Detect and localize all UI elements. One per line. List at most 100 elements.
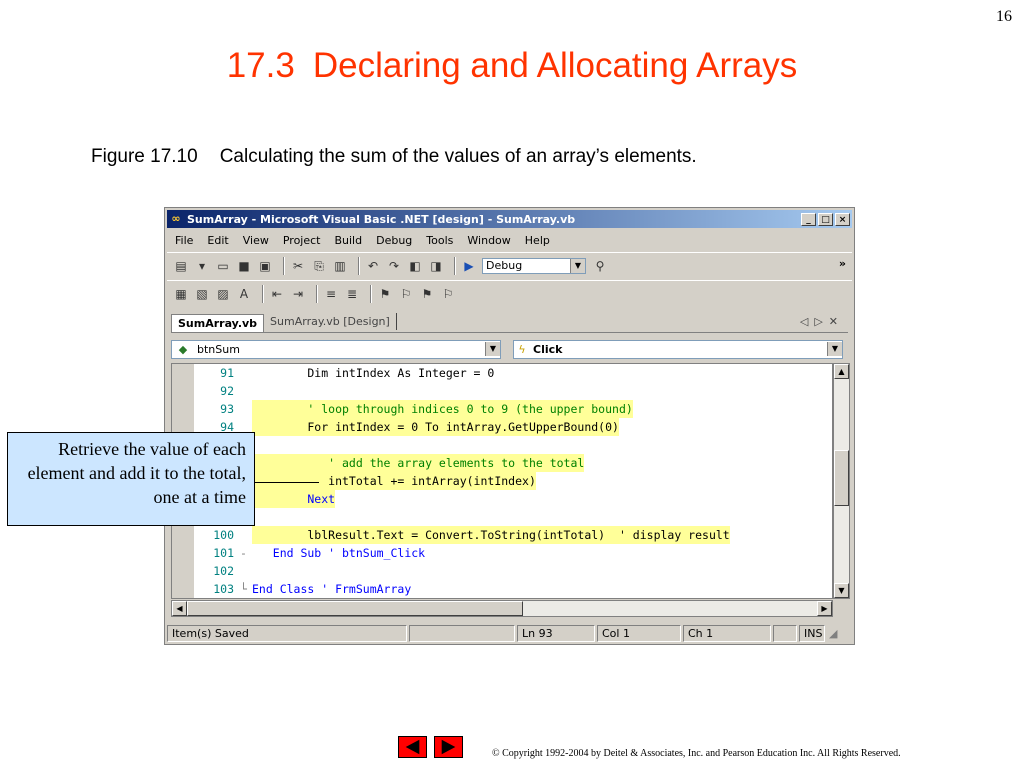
toolbar-separator xyxy=(358,256,360,275)
maximize-button[interactable]: □ xyxy=(818,212,833,226)
menu-view[interactable]: View xyxy=(243,234,269,247)
vertical-scroll-thumb[interactable] xyxy=(834,450,849,506)
previous-slide-button[interactable] xyxy=(398,736,427,758)
code-line[interactable]: 97 intTotal += intArray(intIndex) xyxy=(194,472,812,490)
navigate-back-icon[interactable]: ◧ xyxy=(407,258,423,274)
object-members-icon[interactable]: ▦ xyxy=(173,286,189,302)
menu-window[interactable]: Window xyxy=(467,234,510,247)
comment-icon[interactable]: ≡ xyxy=(323,286,339,302)
save-icon[interactable]: ■ xyxy=(236,258,252,274)
window-titlebar[interactable]: ∞ SumArray - Microsoft Visual Basic .NET… xyxy=(167,210,852,228)
status-line: Ln 93 xyxy=(517,624,595,642)
close-button[interactable]: × xyxy=(835,212,850,226)
slide-title: 17.3 Declaring and Allocating Arrays xyxy=(0,46,1024,86)
tab-close-icon[interactable]: ✕ xyxy=(829,315,844,328)
code-line[interactable]: 93 ' loop through indices 0 to 9 (the up… xyxy=(194,400,812,418)
prev-bookmark-icon[interactable]: ⚑ xyxy=(419,286,435,302)
next-slide-button[interactable] xyxy=(434,736,463,758)
copy-icon[interactable]: ⎘ xyxy=(311,258,327,274)
code-line[interactable]: 92 xyxy=(194,382,812,400)
scroll-right-button[interactable]: ▶ xyxy=(817,601,832,616)
tab-sumarray-vb[interactable]: SumArray.vb xyxy=(171,314,265,332)
clear-bookmarks-icon[interactable]: ⚐ xyxy=(440,286,456,302)
solution-config-value: Debug xyxy=(486,259,523,272)
toolbar-overflow-icon[interactable]: » xyxy=(839,257,846,270)
navigate-forward-icon[interactable]: ◨ xyxy=(428,258,444,274)
figure-label: Figure 17.10 xyxy=(91,146,198,167)
undo-icon[interactable]: ↶ xyxy=(365,258,381,274)
outdent-icon[interactable]: ⇤ xyxy=(269,286,285,302)
indent-icon[interactable]: ⇥ xyxy=(290,286,306,302)
slide-title-text: Declaring and Allocating Arrays xyxy=(312,46,798,85)
parameter-info-icon[interactable]: ▨ xyxy=(215,286,231,302)
uncomment-icon[interactable]: ≣ xyxy=(344,286,360,302)
menu-help[interactable]: Help xyxy=(525,234,550,247)
code-line[interactable]: 98 Next xyxy=(194,490,812,508)
menu-project[interactable]: Project xyxy=(283,234,321,247)
code-line[interactable]: 96 ' add the array elements to the total xyxy=(194,454,812,472)
code-text: ' add the array elements to the total xyxy=(252,454,585,472)
status-panel-empty xyxy=(409,624,515,642)
code-line[interactable]: 99 xyxy=(194,508,812,526)
menu-edit[interactable]: Edit xyxy=(207,234,228,247)
event-lightning-icon: ϟ xyxy=(518,342,526,356)
scroll-left-button[interactable]: ◀ xyxy=(172,601,187,616)
start-icon[interactable]: ▶ xyxy=(461,258,477,274)
event-combo[interactable]: ϟ Click ▼ xyxy=(513,339,843,359)
cut-icon[interactable]: ✂ xyxy=(290,258,306,274)
code-line[interactable]: 102 xyxy=(194,562,812,580)
code-text: ' loop through indices 0 to 9 (the upper… xyxy=(252,400,633,418)
horizontal-scrollbar[interactable]: ◀ ▶ xyxy=(171,600,833,617)
solution-config-combo[interactable]: Debug ▼ xyxy=(482,257,586,274)
new-project-icon[interactable]: ▤ xyxy=(173,258,189,274)
event-combo-value: Click xyxy=(533,342,563,356)
code-editor[interactable]: 91 Dim intIndex As Integer = 0 92 93 ' loo… xyxy=(171,363,833,599)
tab-scroll-right-icon[interactable]: ▷ xyxy=(814,315,828,328)
code-line[interactable]: 101- End Sub ' btnSum_Click xyxy=(194,544,812,562)
slide-title-number: 17.3 xyxy=(226,46,295,85)
open-file-icon[interactable]: ▭ xyxy=(215,258,231,274)
outline-marker[interactable]: └ xyxy=(240,580,247,598)
menu-debug[interactable]: Debug xyxy=(376,234,412,247)
code-line[interactable]: 95 xyxy=(194,436,812,454)
code-line[interactable]: 103 └ End Class ' FrmSumArray xyxy=(194,580,812,598)
minimize-button[interactable]: _ xyxy=(801,212,816,226)
find-icon[interactable]: ⚲ xyxy=(592,258,608,274)
next-bookmark-icon[interactable]: ⚐ xyxy=(398,286,414,302)
tab-scroll-left-icon[interactable]: ◁ xyxy=(800,315,814,328)
menu-build[interactable]: Build xyxy=(334,234,362,247)
code-line[interactable]: 91 Dim intIndex As Integer = 0 xyxy=(194,364,812,382)
status-insert-mode: INS xyxy=(799,624,825,642)
scroll-up-button[interactable]: ▲ xyxy=(834,364,849,379)
code-text: intTotal += intArray(intIndex) xyxy=(252,472,536,490)
horizontal-scroll-thumb[interactable] xyxy=(187,601,523,616)
tab-controls: ◁▷✕ xyxy=(800,315,844,328)
scroll-down-button[interactable]: ▼ xyxy=(834,583,849,598)
class-view-icon[interactable]: ▧ xyxy=(194,286,210,302)
outline-marker[interactable]: - xyxy=(240,544,247,562)
vertical-scrollbar[interactable]: ▲ ▼ xyxy=(833,363,850,599)
tab-sumarray-design[interactable]: SumArray.vb [Design] xyxy=(264,313,397,330)
slide-page-number: 16 xyxy=(996,8,1012,25)
save-all-icon[interactable]: ▣ xyxy=(257,258,273,274)
redo-icon[interactable]: ↷ xyxy=(386,258,402,274)
add-item-icon[interactable]: ▾ xyxy=(194,258,210,274)
code-text: End Class ' FrmSumArray xyxy=(252,582,412,596)
code-line[interactable]: 94 For intIndex = 0 To intArray.GetUpper… xyxy=(194,418,812,436)
figure-caption-text: Calculating the sum of the values of an … xyxy=(219,146,697,167)
explanation-callout: Retrieve the value of each element and a… xyxy=(7,432,255,526)
toolbar-separator xyxy=(454,256,456,275)
menu-tools[interactable]: Tools xyxy=(426,234,453,247)
object-combo-value: btnSum xyxy=(197,342,240,356)
toolbar-separator xyxy=(316,284,318,303)
quick-info-icon[interactable]: A xyxy=(236,286,252,302)
menu-file[interactable]: File xyxy=(175,234,193,247)
chevron-down-icon: ▼ xyxy=(827,342,842,356)
resize-grip-icon[interactable]: ◢ xyxy=(829,627,837,640)
document-tabs: SumArray.vb SumArray.vb [Design] ◁▷✕ xyxy=(171,312,848,333)
code-line[interactable]: 100 lblResult.Text = Convert.ToString(in… xyxy=(194,526,812,544)
bookmark-icon[interactable]: ⚑ xyxy=(377,286,393,302)
paste-icon[interactable]: ▥ xyxy=(332,258,348,274)
toolbar-separator xyxy=(283,256,285,275)
object-combo[interactable]: ◆ btnSum ▼ xyxy=(171,339,501,359)
